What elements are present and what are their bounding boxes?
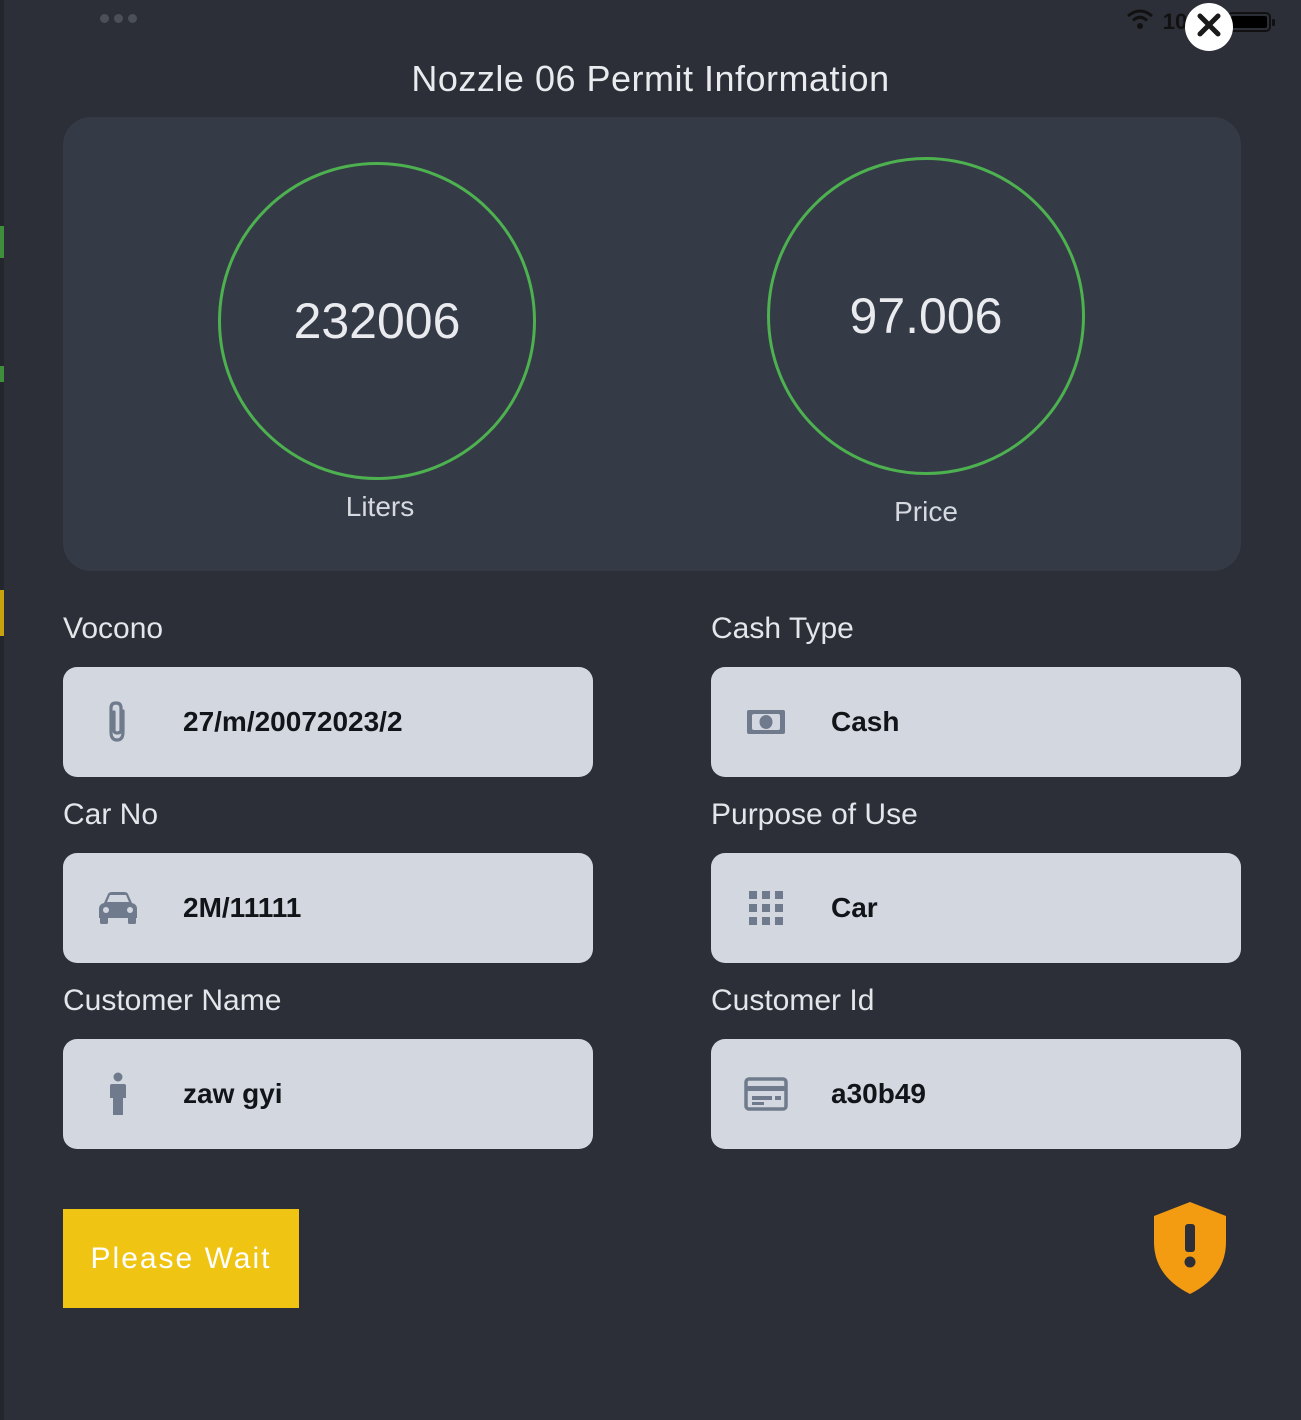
price-label: Price — [894, 496, 958, 527]
cash-type-label: Cash Type — [711, 612, 854, 645]
cash-type-field[interactable]: Cash — [711, 667, 1241, 777]
close-button[interactable] — [1185, 3, 1233, 51]
grid-icon — [739, 886, 793, 930]
vocono-label: Vocono — [63, 612, 164, 645]
purpose-label: Purpose of Use — [711, 798, 918, 831]
customer-id-field[interactable]: a30b49 — [711, 1039, 1241, 1149]
close-icon — [1196, 12, 1222, 43]
car-icon — [91, 886, 145, 930]
cash-type-value: Cash — [831, 706, 900, 737]
purpose-value: Car — [831, 892, 878, 923]
liters-ring: 232006 — [218, 162, 536, 480]
purpose-field[interactable]: Car — [711, 853, 1241, 963]
dot — [128, 14, 137, 23]
id-card-icon — [739, 1072, 793, 1116]
customer-name-value: zaw gyi — [183, 1078, 283, 1109]
person-icon — [91, 1072, 145, 1116]
liters-value: 232006 — [293, 293, 461, 349]
warning-shield-icon[interactable] — [1150, 1200, 1230, 1296]
cash-icon — [739, 700, 793, 744]
battery-level — [1231, 15, 1267, 28]
stats-panel: 232006 Liters 97.006 Price — [63, 117, 1241, 571]
car-no-label: Car No — [63, 798, 159, 831]
vocono-field[interactable]: 27/m/20072023/2 — [63, 667, 593, 777]
dot — [114, 14, 123, 23]
sidebar-edge-mark — [0, 226, 4, 258]
sidebar-edge — [0, 0, 4, 1420]
dot — [100, 14, 109, 23]
wifi-icon — [1125, 8, 1155, 35]
paperclip-icon — [91, 700, 145, 744]
please-wait-button[interactable]: Please Wait — [63, 1209, 299, 1308]
battery-icon — [1227, 11, 1275, 32]
customer-id-label: Customer Id — [711, 984, 875, 1017]
sidebar-edge-mark — [0, 366, 4, 382]
price-value: 97.006 — [849, 288, 1003, 344]
customer-name-label: Customer Name — [63, 984, 282, 1017]
page-title: Nozzle 06 Permit Information — [411, 58, 890, 99]
sidebar-edge-mark — [0, 590, 4, 636]
price-ring: 97.006 — [767, 157, 1085, 475]
liters-label: Liters — [345, 491, 415, 522]
vocono-value: 27/m/20072023/2 — [183, 706, 403, 737]
window-dots — [100, 14, 137, 23]
car-no-field[interactable]: 2M/11111 — [63, 853, 593, 963]
car-no-value: 2M/11111 — [183, 892, 302, 923]
customer-id-value: a30b49 — [831, 1078, 926, 1109]
customer-name-field[interactable]: zaw gyi — [63, 1039, 593, 1149]
